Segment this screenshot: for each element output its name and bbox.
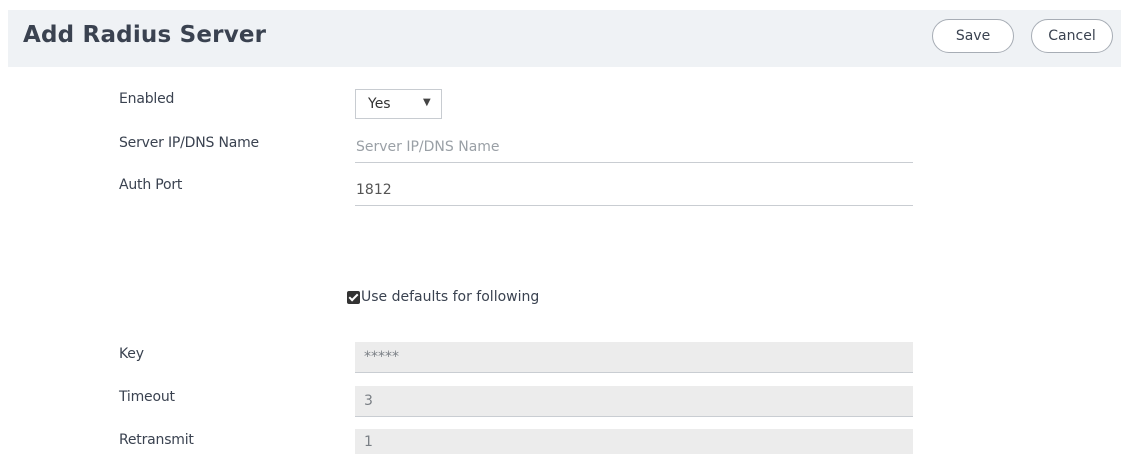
use-defaults-label: Use defaults for following <box>361 289 540 305</box>
timeout-input <box>355 386 913 417</box>
page-title: Add Radius Server <box>23 22 267 48</box>
use-defaults-checkbox-row[interactable]: Use defaults for following <box>347 289 539 305</box>
key-label: Key <box>119 346 144 362</box>
page-header: Add Radius Server Save Cancel <box>8 10 1121 67</box>
server-input[interactable] <box>355 131 913 163</box>
enabled-label: Enabled <box>119 91 175 107</box>
retransmit-input <box>355 429 913 454</box>
auth-port-input[interactable] <box>355 174 913 206</box>
timeout-label: Timeout <box>119 389 175 405</box>
cancel-button[interactable]: Cancel <box>1031 19 1113 53</box>
enabled-select-value: Yes <box>368 96 391 112</box>
auth-port-label: Auth Port <box>119 177 183 193</box>
chevron-down-icon: ▼ <box>423 97 431 108</box>
checkbox-checked-icon[interactable] <box>347 290 360 304</box>
enabled-select[interactable]: Yes ▼ <box>355 89 442 119</box>
key-input <box>355 342 913 373</box>
retransmit-label: Retransmit <box>119 432 194 448</box>
save-button[interactable]: Save <box>932 19 1014 53</box>
server-label: Server IP/DNS Name <box>119 135 259 151</box>
